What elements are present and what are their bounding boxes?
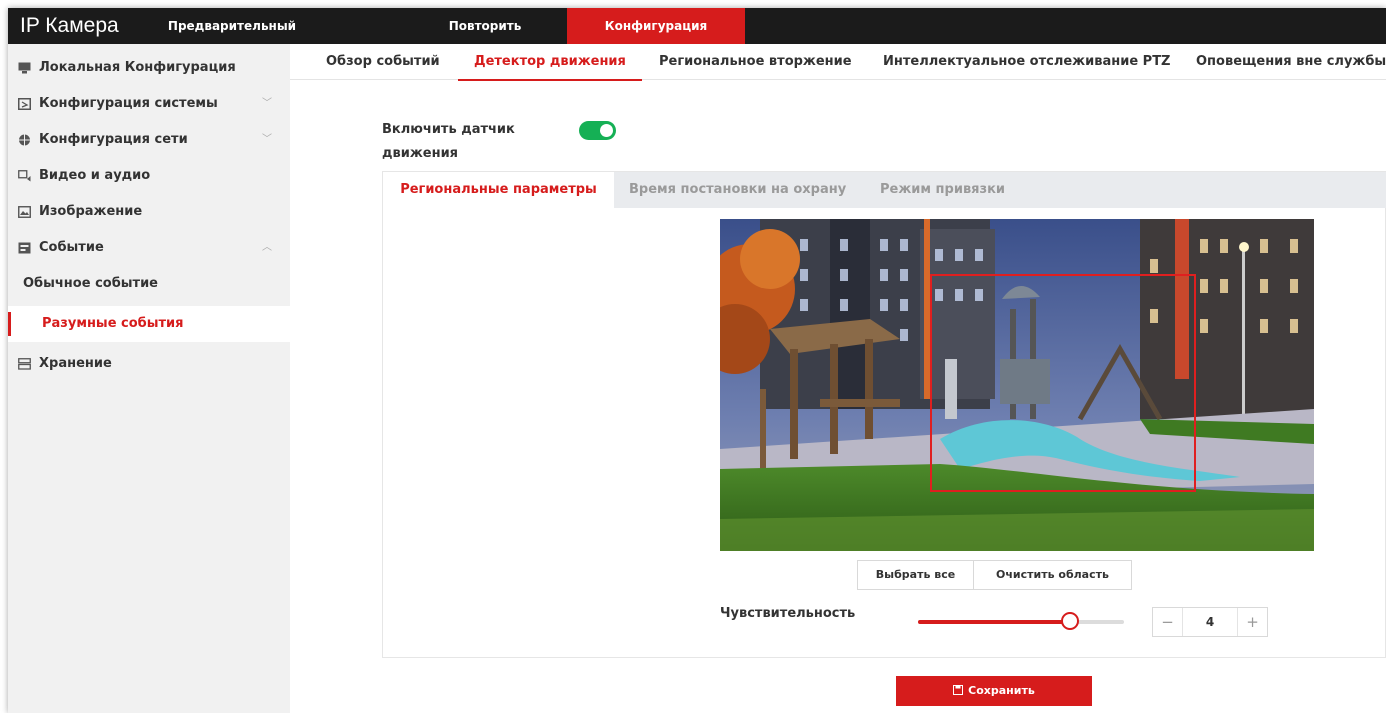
subtab-arming-schedule[interactable]: Время постановки на охрану — [629, 172, 846, 208]
sidebar-item-label: Конфигурация сети — [39, 132, 188, 147]
storage-icon — [18, 358, 31, 370]
sidebar: Локальная Конфигурация Конфигурация сист… — [8, 44, 290, 713]
save-icon — [953, 685, 964, 695]
save-button-label: Сохранить — [968, 684, 1035, 697]
sensitivity-slider-fill — [918, 620, 1071, 624]
event-icon — [18, 242, 31, 254]
sidebar-item-label: Конфигурация системы — [39, 96, 218, 111]
system-icon — [18, 98, 31, 110]
sidebar-item-event[interactable]: Событие ︿ — [8, 230, 290, 266]
decrement-button[interactable]: − — [1153, 608, 1183, 636]
tab-exception-alerts[interactable]: Оповещения вне службы — [1196, 44, 1386, 80]
sidebar-item-storage[interactable]: Хранение — [8, 346, 290, 382]
sensitivity-label: Чувствительность — [720, 606, 856, 621]
nav-playback[interactable]: Повторить — [414, 8, 556, 44]
top-bar: IP Камера Предварительный просмотр Повто… — [8, 8, 1386, 69]
nav-configuration[interactable]: Конфигурация — [567, 8, 745, 44]
sidebar-subitem-smart-event[interactable]: Разумные события — [8, 306, 290, 342]
sidebar-subitem-label: Обычное событие — [23, 276, 158, 291]
sidebar-item-label: Событие — [39, 240, 104, 255]
sensitivity-stepper: − 4 + — [1152, 607, 1268, 637]
detection-region-box[interactable] — [930, 274, 1196, 492]
image-icon — [18, 206, 31, 218]
globe-icon — [19, 134, 30, 146]
tab-event-overview[interactable]: Обзор событий — [326, 44, 440, 80]
sidebar-item-label: Видео и аудио — [39, 168, 151, 183]
sensitivity-slider[interactable] — [918, 612, 1124, 630]
monitor-icon — [18, 62, 31, 74]
chevron-down-icon[interactable]: ﹀ — [262, 122, 272, 158]
settings-subtabs: Региональные параметры Время постановки … — [383, 172, 1386, 208]
sidebar-subitem-basic-event[interactable]: Обычное событие — [8, 266, 290, 302]
enable-motion-toggle[interactable] — [579, 121, 616, 140]
sidebar-item-label: Изображение — [39, 204, 143, 219]
video-audio-icon — [18, 170, 31, 182]
chevron-up-icon[interactable]: ︿ — [262, 230, 272, 266]
event-tabs: Обзор событий Детектор движения Регионал… — [290, 44, 1386, 81]
sidebar-subitem-label: Разумные события — [42, 316, 184, 331]
sensitivity-value[interactable]: 4 — [1183, 608, 1237, 636]
sidebar-item-local-config[interactable]: Локальная Конфигурация — [8, 50, 290, 86]
tab-intrusion-detection[interactable]: Региональное вторжение — [659, 44, 852, 80]
chevron-down-icon[interactable]: ﹀ — [262, 86, 272, 122]
clear-area-button[interactable]: Очистить область — [973, 560, 1132, 590]
sidebar-item-system-config[interactable]: Конфигурация системы ﹀ — [8, 86, 290, 122]
sidebar-item-network-config[interactable]: Конфигурация сети ﹀ — [8, 122, 290, 158]
enable-motion-label: Включить датчик движения — [382, 122, 515, 161]
sidebar-item-video-audio[interactable]: Видео и аудио — [8, 158, 290, 194]
sidebar-item-label: Хранение — [39, 356, 112, 371]
sidebar-item-image[interactable]: Изображение — [8, 194, 290, 230]
app-title: IP Камера — [20, 14, 119, 37]
save-button[interactable]: Сохранить — [896, 676, 1092, 706]
tab-smart-ptz-tracking[interactable]: Интеллектуальное отслеживание PTZ — [883, 44, 1171, 80]
nav-preview[interactable]: Предварительный просмотр — [153, 8, 311, 69]
toggle-knob — [600, 124, 613, 137]
tab-motion-detection[interactable]: Детектор движения — [458, 44, 642, 81]
subtab-area-settings[interactable]: Региональные параметры — [383, 172, 614, 208]
subtab-linkage-method[interactable]: Режим привязки — [880, 172, 1005, 208]
increment-button[interactable]: + — [1237, 608, 1267, 636]
select-all-button[interactable]: Выбрать все — [857, 560, 974, 590]
sidebar-item-label: Локальная Конфигурация — [39, 60, 236, 75]
app-window: IP Камера Предварительный просмотр Повто… — [8, 8, 1386, 713]
